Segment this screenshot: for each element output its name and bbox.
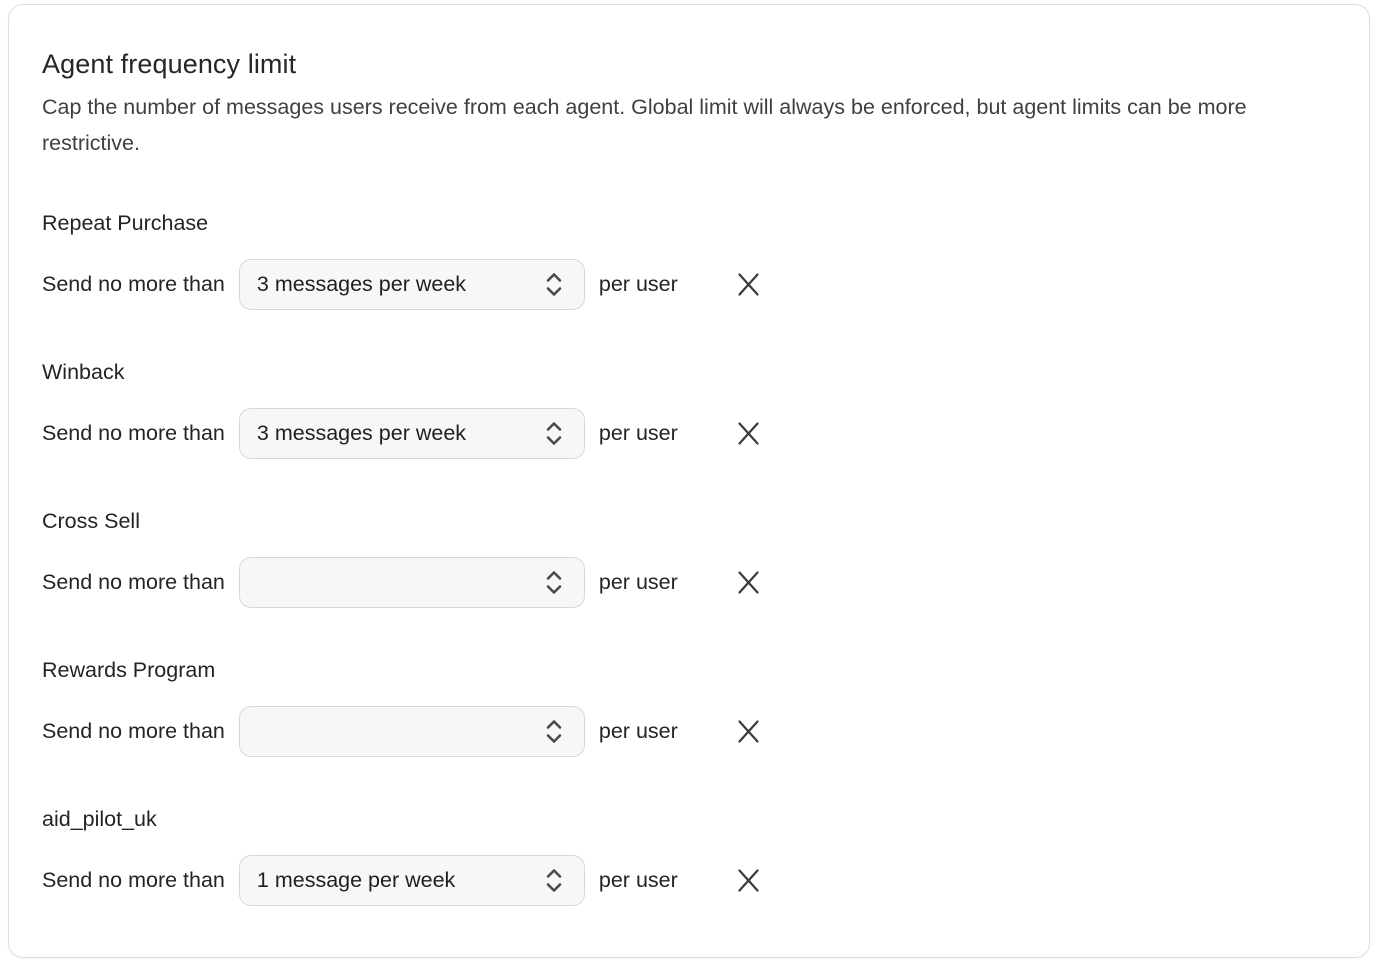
agent-name-label: Rewards Program — [42, 656, 1336, 684]
agent-limit-section: Cross Sell Send no more than per user — [42, 507, 1336, 608]
limit-suffix-label: per user — [599, 421, 678, 446]
frequency-select[interactable]: 3 messages per week — [239, 408, 585, 459]
agent-name-label: Cross Sell — [42, 507, 1336, 535]
limit-prefix-label: Send no more than — [42, 868, 225, 893]
frequency-limit-row: Send no more than per user — [42, 557, 1336, 608]
page-description: Cap the number of messages users receive… — [42, 89, 1322, 161]
x-close-icon — [735, 867, 762, 894]
remove-limit-button[interactable] — [735, 867, 762, 894]
frequency-limit-row: Send no more than 1 message per week per… — [42, 855, 1336, 906]
remove-limit-button[interactable] — [735, 420, 762, 447]
frequency-limit-row: Send no more than 3 messages per week pe… — [42, 259, 1336, 310]
frequency-select[interactable] — [239, 557, 585, 608]
chevron-up-down-icon — [544, 420, 564, 447]
limit-suffix-label: per user — [599, 272, 678, 297]
limit-prefix-label: Send no more than — [42, 272, 225, 297]
agent-name-label: aid_pilot_uk — [42, 805, 1336, 833]
remove-limit-button[interactable] — [735, 271, 762, 298]
frequency-select-value: 3 messages per week — [257, 272, 466, 297]
agent-limit-section: Rewards Program Send no more than per us… — [42, 656, 1336, 757]
agent-limit-section: Repeat Purchase Send no more than 3 mess… — [42, 209, 1336, 310]
limit-prefix-label: Send no more than — [42, 421, 225, 446]
frequency-limit-row: Send no more than 3 messages per week pe… — [42, 408, 1336, 459]
agent-limit-list: Repeat Purchase Send no more than 3 mess… — [42, 209, 1336, 906]
x-close-icon — [735, 569, 762, 596]
limit-suffix-label: per user — [599, 570, 678, 595]
limit-prefix-label: Send no more than — [42, 570, 225, 595]
limit-prefix-label: Send no more than — [42, 719, 225, 744]
x-close-icon — [735, 271, 762, 298]
agent-name-label: Winback — [42, 358, 1336, 386]
frequency-select[interactable] — [239, 706, 585, 757]
frequency-select[interactable]: 1 message per week — [239, 855, 585, 906]
frequency-select[interactable]: 3 messages per week — [239, 259, 585, 310]
chevron-up-down-icon — [544, 569, 564, 596]
chevron-up-down-icon — [544, 867, 564, 894]
chevron-up-down-icon — [544, 718, 564, 745]
x-close-icon — [735, 420, 762, 447]
frequency-select-value: 1 message per week — [257, 868, 455, 893]
chevron-up-down-icon — [544, 271, 564, 298]
limit-suffix-label: per user — [599, 868, 678, 893]
limit-suffix-label: per user — [599, 719, 678, 744]
remove-limit-button[interactable] — [735, 718, 762, 745]
remove-limit-button[interactable] — [735, 569, 762, 596]
x-close-icon — [735, 718, 762, 745]
agent-name-label: Repeat Purchase — [42, 209, 1336, 237]
frequency-select-value: 3 messages per week — [257, 421, 466, 446]
agent-limit-section: Winback Send no more than 3 messages per… — [42, 358, 1336, 459]
agent-frequency-limit-panel: Agent frequency limit Cap the number of … — [8, 4, 1370, 958]
page-title: Agent frequency limit — [42, 47, 1336, 81]
agent-limit-section: aid_pilot_uk Send no more than 1 message… — [42, 805, 1336, 906]
frequency-limit-row: Send no more than per user — [42, 706, 1336, 757]
